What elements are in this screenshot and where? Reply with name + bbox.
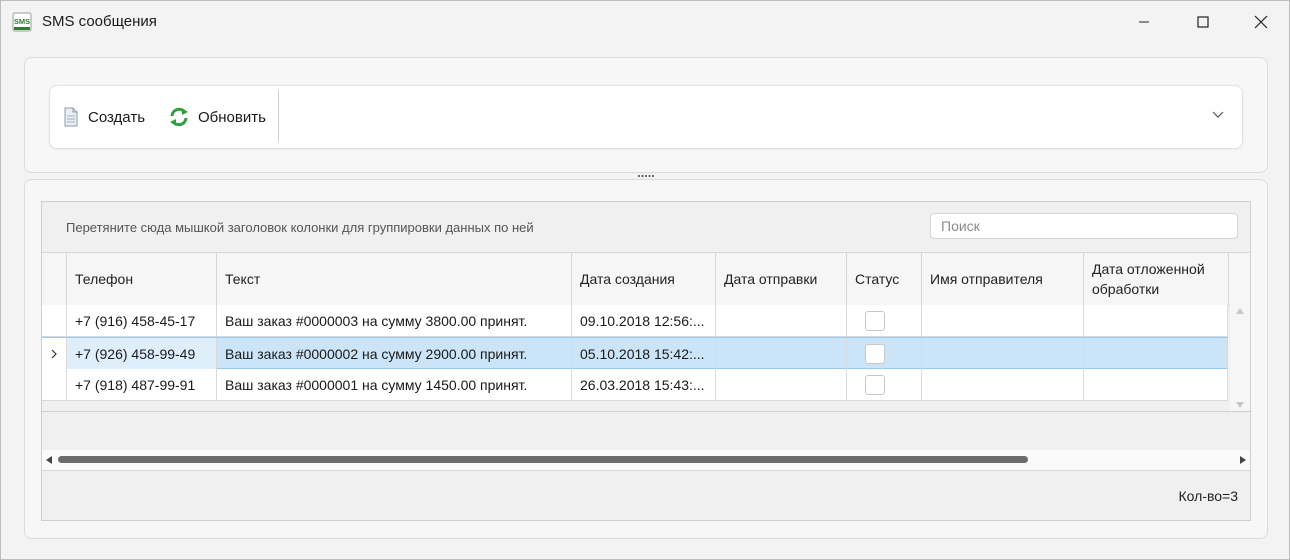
column-header-text[interactable]: Текст	[217, 253, 572, 305]
toolbar-separator	[278, 90, 279, 142]
cell-status[interactable]	[847, 305, 922, 336]
cell-sent[interactable]	[716, 369, 847, 400]
close-button[interactable]	[1232, 1, 1290, 43]
grid-footer: Кол-во=3	[42, 471, 1250, 520]
cell-sender[interactable]	[922, 338, 1084, 369]
cell-sent[interactable]	[716, 305, 847, 336]
refresh-button[interactable]: Обновить	[168, 103, 266, 131]
current-row-chevron-icon	[51, 349, 57, 358]
cell-sender[interactable]	[922, 369, 1084, 400]
table-row[interactable]: +7 (918) 487-99-91 Ваш заказ #0000001 на…	[42, 369, 1228, 401]
cell-phone[interactable]: +7 (916) 458-45-17	[67, 305, 217, 336]
cell-phone[interactable]: +7 (926) 458-99-49	[67, 338, 217, 369]
cell-text[interactable]: Ваш заказ #0000001 на сумму 1450.00 прин…	[217, 369, 572, 400]
vertical-scrollbar[interactable]	[1230, 305, 1250, 411]
app-window: SMS SMS сообщения Создать Обновить Перет…	[0, 0, 1290, 560]
window-title: SMS сообщения	[42, 13, 157, 30]
row-indicator[interactable]	[42, 369, 67, 400]
grid-panel: Перетяните сюда мышкой заголовок колонки…	[24, 179, 1268, 539]
refresh-button-label: Обновить	[198, 108, 266, 126]
cell-created[interactable]: 26.03.2018 15:43:...	[572, 369, 716, 400]
status-checkbox[interactable]	[865, 374, 885, 395]
cell-deferred[interactable]	[1084, 369, 1228, 400]
scroll-down-arrow-icon[interactable]	[1235, 401, 1245, 409]
maximize-button[interactable]	[1174, 1, 1232, 43]
create-button-label: Создать	[88, 108, 146, 126]
cell-text[interactable]: Ваш заказ #0000003 на сумму 3800.00 прин…	[217, 305, 572, 336]
cell-status[interactable]	[847, 338, 922, 369]
row-indicator[interactable]	[42, 338, 67, 369]
horizontal-scrollbar[interactable]	[42, 450, 1250, 471]
cell-text[interactable]: Ваш заказ #0000002 на сумму 2900.00 прин…	[217, 338, 572, 369]
maximize-icon	[1197, 16, 1209, 28]
scroll-up-arrow-icon[interactable]	[1235, 307, 1245, 315]
scroll-right-arrow-icon[interactable]	[1239, 455, 1247, 465]
cell-created[interactable]: 09.10.2018 12:56:...	[572, 305, 716, 336]
status-checkbox[interactable]	[865, 343, 885, 364]
toolbar-panel: Создать Обновить	[24, 57, 1268, 173]
toolbar: Создать Обновить	[49, 85, 1243, 149]
scroll-left-arrow-icon[interactable]	[45, 455, 53, 465]
cell-sender[interactable]	[922, 305, 1084, 336]
grid-empty-area	[42, 411, 1250, 450]
column-header-sender[interactable]: Имя отправителя	[922, 253, 1084, 305]
record-count: Кол-во=3	[1178, 488, 1239, 504]
data-grid: Перетяните сюда мышкой заголовок колонки…	[41, 201, 1251, 521]
cell-deferred[interactable]	[1084, 338, 1228, 369]
cell-deferred[interactable]	[1084, 305, 1228, 336]
group-panel-hint: Перетяните сюда мышкой заголовок колонки…	[66, 220, 534, 235]
table-row-selected[interactable]: +7 (926) 458-99-49 Ваш заказ #0000002 на…	[42, 337, 1228, 369]
svg-text:SMS: SMS	[14, 17, 30, 26]
horizontal-scroll-thumb[interactable]	[58, 456, 1028, 463]
cell-sent[interactable]	[716, 338, 847, 369]
grid-rows: +7 (916) 458-45-17 Ваш заказ #0000003 на…	[42, 305, 1228, 401]
create-button[interactable]: Создать	[62, 103, 145, 131]
row-indicator[interactable]	[42, 305, 67, 336]
status-checkbox[interactable]	[865, 310, 885, 331]
minimize-icon	[1139, 21, 1149, 23]
header-indicator	[42, 253, 67, 305]
cell-status[interactable]	[847, 369, 922, 400]
title-bar[interactable]: SMS SMS сообщения	[1, 1, 1289, 43]
column-header-sent[interactable]: Дата отправки	[716, 253, 847, 305]
sms-app-icon: SMS	[12, 12, 32, 32]
column-header-deferred[interactable]: Дата отложенной обработки	[1084, 253, 1229, 305]
column-header-status[interactable]: Статус	[847, 253, 922, 305]
column-header-created[interactable]: Дата создания	[572, 253, 716, 305]
minimize-button[interactable]	[1115, 1, 1173, 43]
cell-created[interactable]: 05.10.2018 15:42:...	[572, 338, 716, 369]
column-header-phone[interactable]: Телефон	[67, 253, 217, 305]
close-icon	[1254, 15, 1268, 29]
new-document-icon	[64, 107, 78, 127]
search-input[interactable]	[930, 213, 1238, 239]
table-row[interactable]: +7 (916) 458-45-17 Ваш заказ #0000003 на…	[42, 305, 1228, 337]
refresh-icon	[170, 107, 188, 127]
grid-header: Телефон Текст Дата создания Дата отправк…	[42, 252, 1250, 306]
chevron-down-icon[interactable]	[1210, 106, 1226, 122]
cell-phone[interactable]: +7 (918) 487-99-91	[67, 369, 217, 400]
